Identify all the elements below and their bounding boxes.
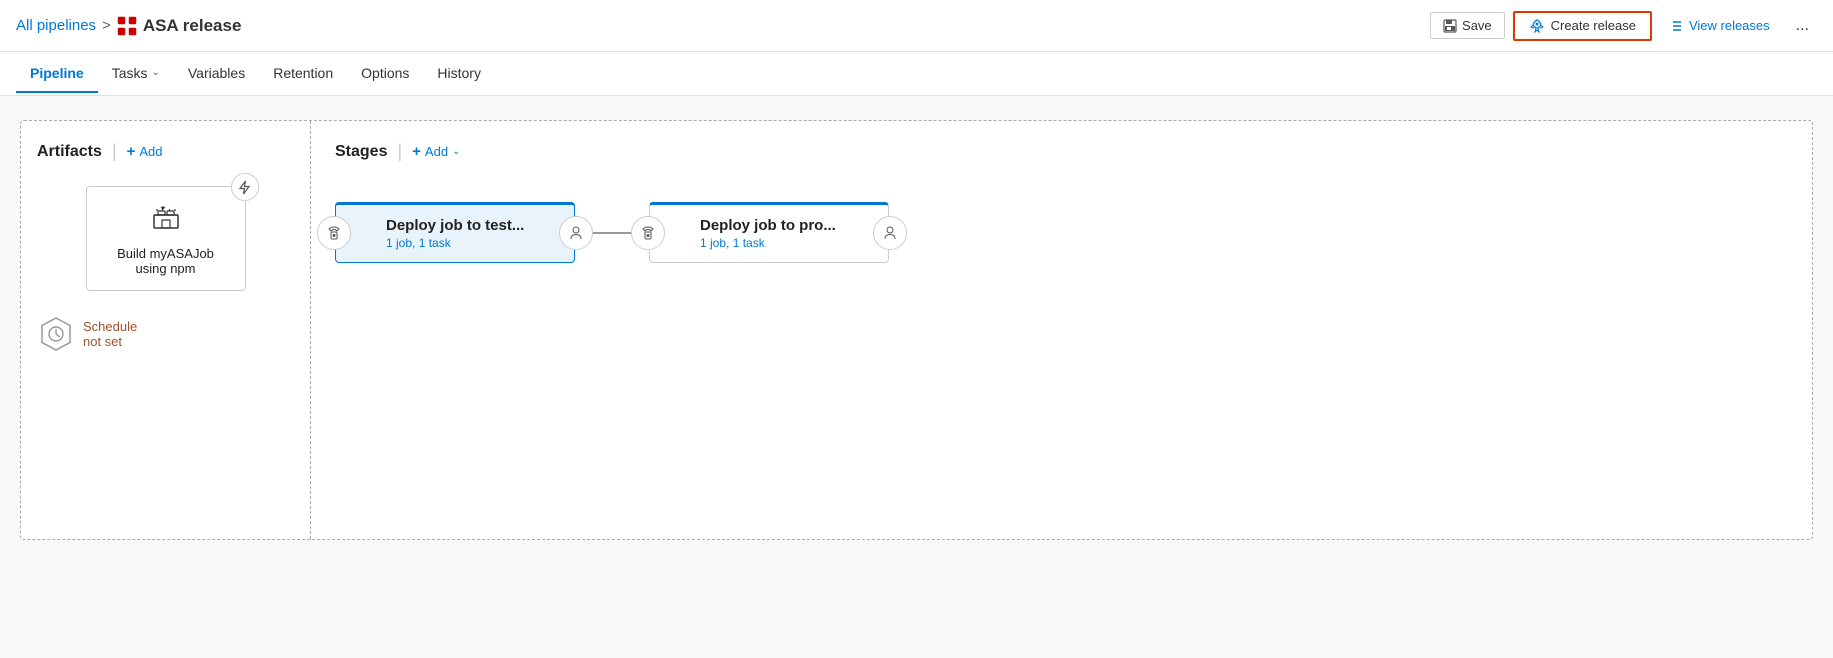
- header: All pipelines > ASA release Save: [0, 0, 1833, 52]
- add-stage-label: Add: [425, 144, 448, 159]
- all-pipelines-link[interactable]: All pipelines: [16, 17, 96, 34]
- add-stage-button[interactable]: + Add ⌄: [412, 143, 460, 160]
- add-stage-plus: +: [412, 143, 421, 160]
- schedule-label: Schedule: [83, 319, 137, 334]
- nav-tabs: Pipeline Tasks ⌄ Variables Retention Opt…: [0, 52, 1833, 96]
- stage2-name: Deploy job to pro...: [700, 217, 872, 234]
- pipeline-canvas: Artifacts | + Add: [20, 120, 1813, 540]
- pipeline-title: ASA release: [117, 16, 242, 36]
- artifacts-panel-header: Artifacts | + Add: [37, 141, 294, 162]
- add-artifact-plus: +: [127, 143, 136, 160]
- save-label: Save: [1462, 18, 1492, 33]
- schedule-text: Schedule not set: [83, 319, 137, 349]
- pipeline-icon: [117, 16, 137, 36]
- stage2-wrapper: Deploy job to pro... 1 job, 1 task: [649, 202, 889, 263]
- rocket-icon: [1529, 18, 1545, 34]
- stage2-inner: Deploy job to pro... 1 job, 1 task: [650, 205, 888, 262]
- pipeline-name-text: ASA release: [143, 16, 242, 36]
- tab-variables[interactable]: Variables: [174, 55, 259, 93]
- artifact-build-icon: [151, 201, 181, 238]
- breadcrumb-separator: >: [102, 17, 111, 34]
- add-artifact-label: Add: [139, 144, 162, 159]
- header-actions: Save Create release View releases ...: [1430, 11, 1817, 41]
- schedule-icon: [37, 315, 75, 353]
- stage1-card[interactable]: Deploy job to test... 1 job, 1 task: [335, 202, 575, 263]
- tab-history[interactable]: History: [423, 55, 495, 93]
- stage2-post-condition-icon[interactable]: [873, 216, 907, 250]
- schedule-value: not set: [83, 334, 137, 349]
- artifact-name: Build myASAJob using npm: [117, 246, 214, 276]
- stages-title: Stages: [335, 143, 387, 161]
- tab-retention[interactable]: Retention: [259, 55, 347, 93]
- stage1-wrapper: Deploy job to test... 1 job, 1 task: [335, 202, 575, 263]
- main-canvas: Artifacts | + Add: [0, 96, 1833, 658]
- add-artifact-button[interactable]: + Add: [127, 143, 163, 160]
- view-releases-label: View releases: [1689, 18, 1770, 33]
- stage2-card[interactable]: Deploy job to pro... 1 job, 1 task: [649, 202, 889, 263]
- stage2-pre-condition-icon[interactable]: [631, 216, 665, 250]
- tasks-chevron-icon: ⌄: [151, 67, 159, 78]
- stages-content: Deploy job to test... 1 job, 1 task: [335, 202, 1788, 263]
- artifact-trigger-icon: [231, 173, 259, 201]
- artifacts-title: Artifacts: [37, 143, 102, 161]
- tab-tasks[interactable]: Tasks ⌄: [98, 55, 174, 93]
- artifact-card[interactable]: Build myASAJob using npm: [86, 186, 246, 291]
- stages-panel-header: Stages | + Add ⌄: [335, 141, 1788, 162]
- more-options-button[interactable]: ...: [1788, 12, 1817, 40]
- artifacts-panel: Artifacts | + Add: [21, 121, 311, 539]
- stage1-pre-condition-icon[interactable]: [317, 216, 351, 250]
- list-icon: [1670, 19, 1684, 33]
- stage2-info: 1 job, 1 task: [700, 236, 872, 250]
- breadcrumb: All pipelines > ASA release: [16, 16, 1430, 36]
- schedule-section[interactable]: Schedule not set: [37, 315, 294, 353]
- stage1-post-condition-icon[interactable]: [559, 216, 593, 250]
- stage1-info: 1 job, 1 task: [386, 236, 558, 250]
- create-release-label: Create release: [1551, 18, 1636, 33]
- stages-panel: Stages | + Add ⌄: [311, 121, 1812, 539]
- view-releases-button[interactable]: View releases: [1660, 13, 1780, 38]
- save-button[interactable]: Save: [1430, 12, 1505, 39]
- stage1-name: Deploy job to test...: [386, 217, 558, 234]
- more-options-label: ...: [1796, 17, 1809, 34]
- add-stage-chevron-icon: ⌄: [452, 146, 460, 157]
- save-icon: [1443, 19, 1457, 33]
- tab-options[interactable]: Options: [347, 55, 423, 93]
- create-release-button[interactable]: Create release: [1513, 11, 1652, 41]
- tab-pipeline[interactable]: Pipeline: [16, 55, 98, 93]
- stage1-inner: Deploy job to test... 1 job, 1 task: [336, 205, 574, 262]
